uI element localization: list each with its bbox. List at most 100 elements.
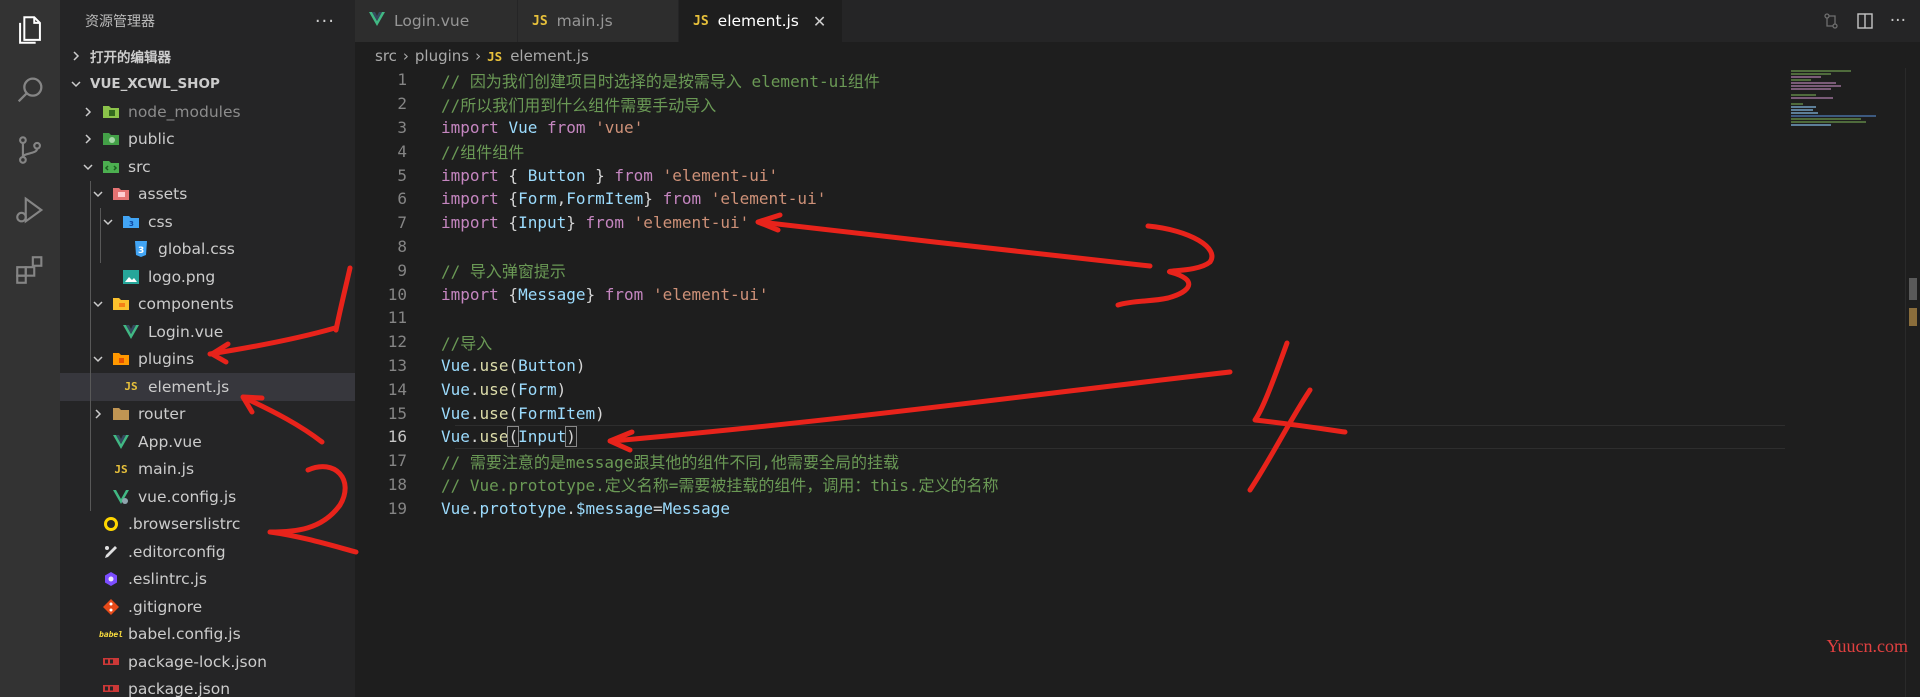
- tree-file-app-vue[interactable]: App.vue: [60, 428, 355, 456]
- tree-file-package-lock[interactable]: package-lock.json: [60, 648, 355, 676]
- css-folder-icon: 3: [122, 213, 140, 231]
- svg-text:3: 3: [138, 246, 144, 256]
- code-line: 5 import { Button } from 'element-ui': [355, 163, 1785, 187]
- chevron-right-icon: [80, 104, 96, 120]
- breadcrumb-plugins[interactable]: plugins: [415, 47, 469, 65]
- activity-bar: [0, 0, 60, 697]
- minimap-line: [1791, 112, 1818, 114]
- tab-main-js[interactable]: JS main.js: [518, 0, 679, 42]
- tree-file-eslintrc[interactable]: .eslintrc.js: [60, 566, 355, 594]
- line-number: 6: [397, 189, 407, 209]
- minimap-line: [1791, 121, 1866, 123]
- open-editors-section[interactable]: 打开的编辑器: [60, 42, 355, 70]
- src-folder-icon: [102, 158, 120, 176]
- minimap-line: [1791, 88, 1831, 90]
- current-line-highlight: [455, 424, 1785, 449]
- breadcrumb-file[interactable]: element.js: [510, 47, 589, 65]
- tree-file-login-vue[interactable]: Login.vue: [60, 318, 355, 346]
- vue-file-icon: [369, 12, 385, 30]
- minimap-line: [1791, 94, 1816, 96]
- minimap-line: [1791, 76, 1821, 78]
- tree-file-browserslistrc[interactable]: .browserslistrc: [60, 511, 355, 539]
- line-number: 1: [397, 70, 407, 90]
- line-number: 13: [387, 355, 407, 375]
- split-editor-icon[interactable]: [1856, 12, 1874, 30]
- chevron-down-icon: [90, 351, 106, 367]
- minimap-line: [1791, 97, 1833, 99]
- tree-label: .gitignore: [128, 597, 203, 616]
- extensions-icon[interactable]: [0, 240, 60, 300]
- tree-label: components: [138, 295, 234, 314]
- run-debug-icon[interactable]: [0, 180, 60, 240]
- tree-label: package-lock.json: [128, 652, 267, 671]
- code-line: 8: [355, 235, 1785, 259]
- tab-login-vue[interactable]: Login.vue: [355, 0, 518, 42]
- explorer-icon[interactable]: [0, 0, 60, 60]
- tree-file-global-css[interactable]: 3 global.css: [60, 235, 355, 263]
- tree-folder-assets[interactable]: assets: [60, 180, 355, 208]
- indent-guide: [90, 263, 91, 291]
- code-line: 9 // 导入弹窗提示: [355, 258, 1785, 282]
- code-line: 11: [355, 306, 1785, 330]
- editor-tabs: Login.vue JS main.js JS element.js ✕ ···: [355, 0, 1920, 42]
- tree-file-vue-config-js[interactable]: vue.config.js: [60, 483, 355, 511]
- code-line: 6 import {Form,FormItem} from 'element-ui…: [355, 187, 1785, 211]
- tree-label: public: [128, 130, 175, 149]
- line-number: 16: [387, 427, 407, 447]
- code-text: //导入: [441, 333, 493, 353]
- close-icon[interactable]: ✕: [813, 12, 826, 31]
- breadcrumb-src[interactable]: src: [375, 47, 397, 65]
- tree-file-element-js[interactable]: JS element.js: [60, 373, 355, 401]
- project-section[interactable]: VUE_XCWL_SHOP: [60, 70, 355, 98]
- line-number: 9: [397, 260, 407, 280]
- code-line: 13 Vue.use(Button): [355, 354, 1785, 378]
- image-file-icon: [122, 268, 140, 286]
- minimap-line: [1791, 70, 1851, 72]
- scroll-position-marker: [1909, 308, 1917, 326]
- minimap-line: [1791, 79, 1811, 81]
- vertical-scrollbar[interactable]: [1905, 68, 1920, 697]
- more-actions-icon[interactable]: ···: [315, 11, 335, 32]
- compare-changes-icon[interactable]: [1822, 12, 1840, 30]
- tab-label: main.js: [556, 12, 613, 30]
- code-text: // 导入弹窗提示: [441, 262, 566, 282]
- tree-label: .editorconfig: [128, 542, 226, 561]
- chevron-right-icon: ›: [402, 47, 409, 65]
- tree-folder-plugins[interactable]: plugins: [60, 345, 355, 373]
- tree-file-babel-config[interactable]: babel babel.config.js: [60, 621, 355, 649]
- tree-folder-public[interactable]: public: [60, 126, 355, 154]
- tree-folder-components[interactable]: components: [60, 290, 355, 318]
- tree-file-package-json[interactable]: package.json: [60, 676, 355, 697]
- tree-folder-node-modules[interactable]: node_modules: [60, 98, 355, 126]
- tree-file-main-js[interactable]: JS main.js: [60, 455, 355, 483]
- project-label: VUE_XCWL_SHOP: [90, 76, 220, 92]
- code-text: // 因为我们创建项目时选择的是按需导入 element-ui组件: [441, 71, 880, 91]
- tree-file-logo-png[interactable]: logo.png: [60, 263, 355, 291]
- minimap[interactable]: [1785, 68, 1895, 697]
- tree-file-editorconfig[interactable]: .editorconfig: [60, 538, 355, 566]
- line-number: 17: [387, 451, 407, 471]
- tree-folder-src[interactable]: src: [60, 153, 355, 181]
- tab-element-js[interactable]: JS element.js ✕: [679, 0, 844, 42]
- code-text: Vue.use(Form): [441, 379, 567, 399]
- source-control-icon[interactable]: [0, 120, 60, 180]
- breadcrumb: src › plugins › JS element.js: [375, 44, 589, 68]
- tree-folder-router[interactable]: router: [60, 400, 355, 428]
- js-file-icon: JS: [532, 13, 548, 29]
- code-line-current: 16 Vue.use(Input): [355, 424, 1785, 449]
- editor-actions: ···: [1822, 0, 1906, 42]
- code-editor[interactable]: 1 // 因为我们创建项目时选择的是按需导入 element-ui组件 2 //所以…: [355, 68, 1785, 697]
- tree-folder-css[interactable]: 3 css: [60, 208, 355, 236]
- tree-label: Login.vue: [148, 322, 224, 341]
- search-icon[interactable]: [0, 60, 60, 120]
- code-line: 3 import Vue from 'vue': [355, 116, 1785, 140]
- line-number: 8: [397, 236, 407, 256]
- chevron-down-icon: [100, 214, 116, 230]
- tree-file-gitignore[interactable]: .gitignore: [60, 593, 355, 621]
- tab-label: element.js: [717, 12, 799, 30]
- line-number: 18: [387, 474, 407, 494]
- more-actions-icon[interactable]: ···: [1890, 11, 1906, 31]
- minimap-line: [1791, 109, 1813, 111]
- chevron-down-icon: [90, 296, 106, 312]
- explorer-sidebar: 资源管理器 ··· 打开的编辑器 VUE_XCWL_SHOP node_modu…: [60, 0, 355, 697]
